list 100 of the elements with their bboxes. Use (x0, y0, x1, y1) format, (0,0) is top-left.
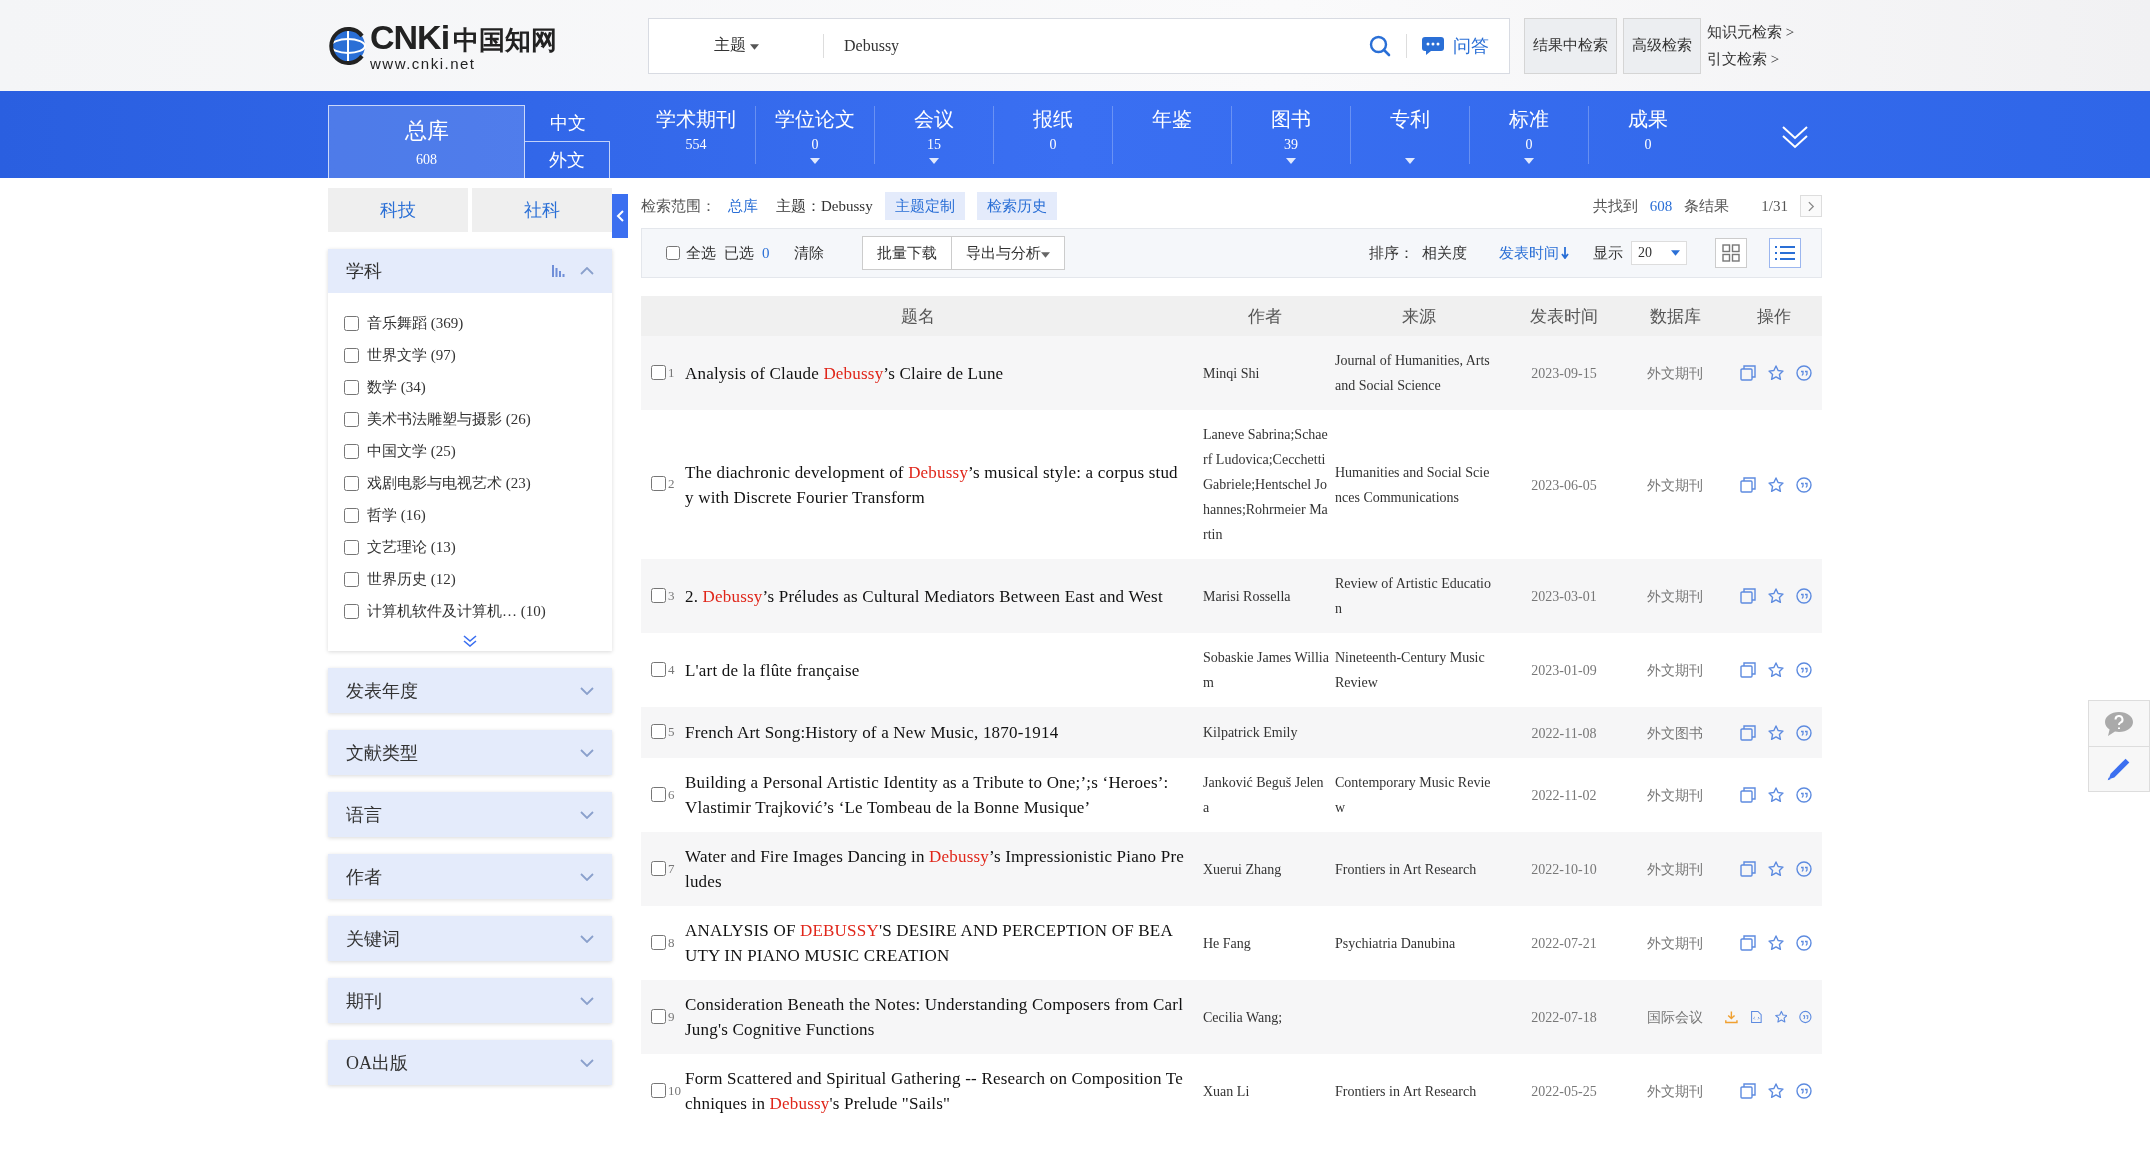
facet-header[interactable]: 关键词 (328, 916, 612, 961)
quote-icon[interactable] (1796, 662, 1812, 678)
star-icon[interactable] (1768, 588, 1784, 604)
clear-link[interactable]: 清除 (793, 243, 824, 263)
copy-icon[interactable] (1740, 476, 1756, 493)
sort-option[interactable]: 发表时间 (1499, 243, 1579, 263)
copy-icon[interactable] (1740, 861, 1756, 877)
quote-icon[interactable] (1796, 588, 1812, 604)
copy-icon[interactable] (1740, 935, 1756, 951)
language-tab[interactable]: 外文 (525, 141, 610, 178)
row-checkbox[interactable] (651, 1008, 666, 1024)
scope-link[interactable]: 总库 (728, 196, 758, 216)
checkbox[interactable] (344, 571, 359, 587)
quote-icon[interactable] (1796, 476, 1812, 493)
double-chevron-icon[interactable] (463, 635, 477, 647)
facet-header[interactable]: 学科 (328, 249, 612, 293)
facet-option[interactable]: 音乐舞蹈 (369) (344, 307, 612, 339)
facet-header[interactable]: 作者 (328, 854, 612, 899)
article-title-link[interactable]: The diachronic development of Debussy’s musical style: a corpus study with Discrete Fourier Transform (685, 459, 1185, 510)
sidebar-tab[interactable]: 科技 (328, 188, 468, 232)
facet-header[interactable]: 文献类型 (328, 730, 612, 775)
facet-option[interactable]: 美术书法雕塑与摄影 (26) (344, 403, 612, 435)
star-icon[interactable] (1768, 662, 1784, 678)
article-title-link[interactable]: Building a Personal Artistic Identity as a Tribute to One;’;s ‘Heroes’: Vlastimir Trajković’s ‘Le Tombeau de la Bonne Musique’ (685, 770, 1185, 820)
facet-header[interactable]: OA出版 (328, 1040, 612, 1085)
list-view-button[interactable] (1769, 238, 1801, 268)
star-icon[interactable] (1774, 1009, 1788, 1025)
article-title-link[interactable]: 2. Debussy’s Préludes as Cultural Mediators Between East and West (685, 583, 1185, 609)
category-tab[interactable]: 学术期刊 554 (637, 105, 756, 164)
scope-button[interactable]: 检索历史 (976, 192, 1057, 220)
copy-icon[interactable] (1740, 787, 1756, 803)
category-tab[interactable]: 报纸 0 (994, 105, 1113, 164)
language-tab[interactable]: 中文 (525, 105, 610, 141)
download-icon[interactable] (1725, 1009, 1738, 1025)
row-checkbox[interactable] (651, 364, 666, 380)
row-checkbox[interactable] (651, 934, 666, 950)
sidebar-tab[interactable]: 社科 (472, 188, 612, 232)
chevron-down-icon[interactable] (580, 996, 594, 1005)
copy-icon[interactable] (1740, 1083, 1756, 1099)
copy-icon[interactable] (1740, 724, 1756, 741)
select-all-option[interactable]: 全选 (666, 243, 716, 263)
facet-option[interactable]: 世界文学 (97) (344, 339, 612, 371)
all-databases-tab[interactable]: 总库 608 (328, 105, 525, 178)
article-title-link[interactable]: L'art de la flûte française (685, 657, 1185, 683)
category-tab[interactable]: 学位论文 0 (756, 105, 875, 164)
sort-option[interactable]: 相关度 (1422, 243, 1477, 263)
chevron-down-icon[interactable] (580, 810, 594, 819)
star-icon[interactable] (1768, 787, 1784, 803)
facet-header[interactable]: 期刊 (328, 978, 612, 1023)
article-title-link[interactable]: Water and Fire Images Dancing in Debussy’s Impressionistic Piano Preludes (685, 844, 1185, 894)
star-icon[interactable] (1768, 935, 1784, 951)
row-checkbox[interactable] (651, 860, 666, 876)
chevron-down-icon[interactable] (580, 748, 594, 757)
category-tab[interactable]: 会议 15 (875, 105, 994, 164)
facet-header[interactable]: 语言 (328, 792, 612, 837)
category-tab[interactable]: 图书 39 (1232, 105, 1351, 164)
document-icon[interactable] (1749, 1009, 1763, 1025)
search-option-button[interactable]: 高级检索 (1623, 17, 1701, 74)
category-tab[interactable]: 年鉴 (1113, 105, 1232, 164)
checkbox[interactable] (666, 246, 680, 260)
category-tab[interactable]: 专利 (1351, 105, 1470, 164)
page-size-dropdown[interactable]: 20 (1631, 241, 1687, 265)
article-title-link[interactable]: French Art Song:History of a New Music, 1870-1914 (685, 720, 1185, 745)
facet-option[interactable]: 世界历史 (12) (344, 563, 612, 595)
facet-option[interactable]: 文艺理论 (13) (344, 531, 612, 563)
quote-icon[interactable] (1796, 935, 1812, 951)
facet-option[interactable]: 中国文学 (25) (344, 435, 612, 467)
chevron-down-icon[interactable] (580, 1058, 594, 1067)
toolbar-button[interactable]: 导出与分析 (951, 236, 1065, 270)
article-title-link[interactable]: Analysis of Claude Debussy’s Claire de Lune (685, 360, 1185, 386)
checkbox[interactable] (344, 411, 359, 427)
qa-button[interactable]: 问答 (1421, 33, 1489, 58)
facet-header[interactable]: 发表年度 (328, 668, 612, 713)
row-checkbox[interactable] (651, 1082, 666, 1098)
star-icon[interactable] (1768, 476, 1784, 493)
grid-view-button[interactable] (1715, 238, 1747, 268)
star-icon[interactable] (1768, 861, 1784, 877)
facet-option[interactable]: 戏剧电影与电视艺术 (23) (344, 467, 612, 499)
copy-icon[interactable] (1740, 365, 1756, 381)
next-page-button[interactable] (1800, 195, 1822, 217)
checkbox[interactable] (344, 539, 359, 555)
quote-icon[interactable] (1796, 724, 1812, 741)
copy-icon[interactable] (1740, 662, 1756, 678)
quote-icon[interactable] (1796, 861, 1812, 877)
article-title-link[interactable]: Form Scattered and Spiritual Gathering -- Research on Composition Techniques in Debussy's Prelude "Sails" (685, 1066, 1185, 1116)
row-checkbox[interactable] (651, 476, 666, 491)
search-icon[interactable] (1368, 33, 1392, 58)
article-title-link[interactable]: Consideration Beneath the Notes: Understanding Composers from Carl Jung's Cognitive Functions (685, 992, 1185, 1042)
chevron-up-icon[interactable] (580, 267, 594, 275)
checkbox[interactable] (344, 475, 359, 491)
checkbox[interactable] (344, 443, 359, 459)
collapse-sidebar-button[interactable] (612, 194, 628, 238)
bar-chart-icon[interactable] (552, 265, 566, 277)
toolbar-button[interactable]: 批量下载 (861, 236, 952, 270)
field-type-dropdown[interactable]: 主题 (649, 33, 824, 58)
chevron-down-icon[interactable] (580, 686, 594, 695)
search-option-button[interactable]: 结果中检索 (1524, 17, 1617, 74)
row-checkbox[interactable] (651, 786, 666, 802)
quote-icon[interactable] (1799, 1009, 1812, 1025)
search-link[interactable]: 引文检索 > (1707, 49, 1795, 69)
